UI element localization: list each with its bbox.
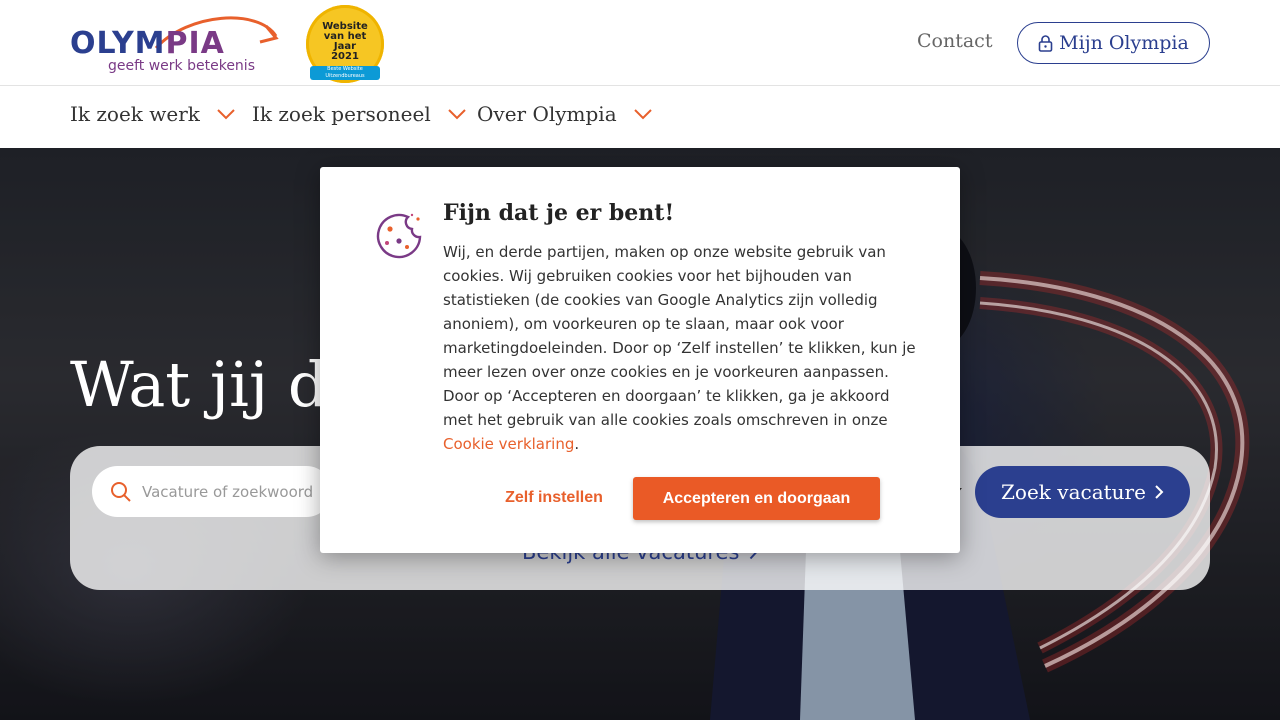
chevron-down-icon: [448, 109, 466, 120]
contact-link[interactable]: Contact: [917, 30, 992, 52]
cookie-icon: [376, 213, 422, 259]
cookie-consent-dialog: Fijn dat je er bent! Wij, en derde parti…: [320, 167, 960, 553]
vacancy-search-input[interactable]: Vacature of zoekwoord: [92, 466, 332, 517]
logo-wordmark: OLYMPIA: [70, 26, 225, 61]
nav-item-label: Ik zoek personeel: [252, 102, 431, 126]
mijn-olympia-button[interactable]: Mijn Olympia: [1017, 22, 1210, 64]
website-award-badge: Website van het Jaar 2021 Beste Website …: [306, 5, 384, 83]
nav-item-ik-zoek-werk[interactable]: Ik zoek werk: [70, 102, 236, 126]
top-header: OLYMPIA geeft werk betekenis Website van…: [0, 0, 1280, 86]
search-placeholder: Vacature of zoekwoord: [142, 482, 314, 501]
cookie-accept-button[interactable]: Accepteren en doorgaan: [633, 477, 880, 520]
chevron-down-icon: [217, 109, 235, 120]
lock-icon: [1038, 34, 1053, 52]
nav-item-label: Ik zoek werk: [70, 102, 200, 126]
award-text: Website van het Jaar 2021: [322, 21, 368, 62]
zoek-vacature-button[interactable]: Zoek vacature: [975, 466, 1190, 518]
chevron-down-icon: [633, 109, 652, 120]
zoek-vacature-label: Zoek vacature: [1001, 480, 1146, 504]
mijn-olympia-label: Mijn Olympia: [1059, 32, 1189, 54]
chevron-right-icon: [1155, 485, 1164, 499]
logo-tagline: geeft werk betekenis: [108, 58, 255, 74]
cookie-dialog-title: Fijn dat je er bent!: [443, 200, 675, 226]
nav-item-label: Over Olympia: [477, 102, 617, 126]
nav-item-ik-zoek-personeel[interactable]: Ik zoek personeel: [252, 102, 467, 126]
award-ribbon: Beste Website Uitzendbureaus: [310, 66, 380, 80]
search-icon: [111, 481, 131, 502]
cookie-settings-button[interactable]: Zelf instellen: [496, 477, 612, 519]
cookie-dialog-text: Wij, en derde partijen, maken op onze we…: [443, 243, 916, 429]
olympia-logo[interactable]: OLYMPIA geeft werk betekenis: [68, 8, 280, 76]
cookie-policy-link[interactable]: Cookie verklaring: [443, 435, 574, 453]
cookie-dialog-body: Wij, en derde partijen, maken op onze we…: [443, 240, 923, 456]
main-nav: Ik zoek werk Ik zoek personeel Over Olym…: [0, 86, 1280, 148]
cookie-dialog-text-end: .: [574, 435, 580, 453]
nav-item-over-olympia[interactable]: Over Olympia: [477, 102, 653, 126]
